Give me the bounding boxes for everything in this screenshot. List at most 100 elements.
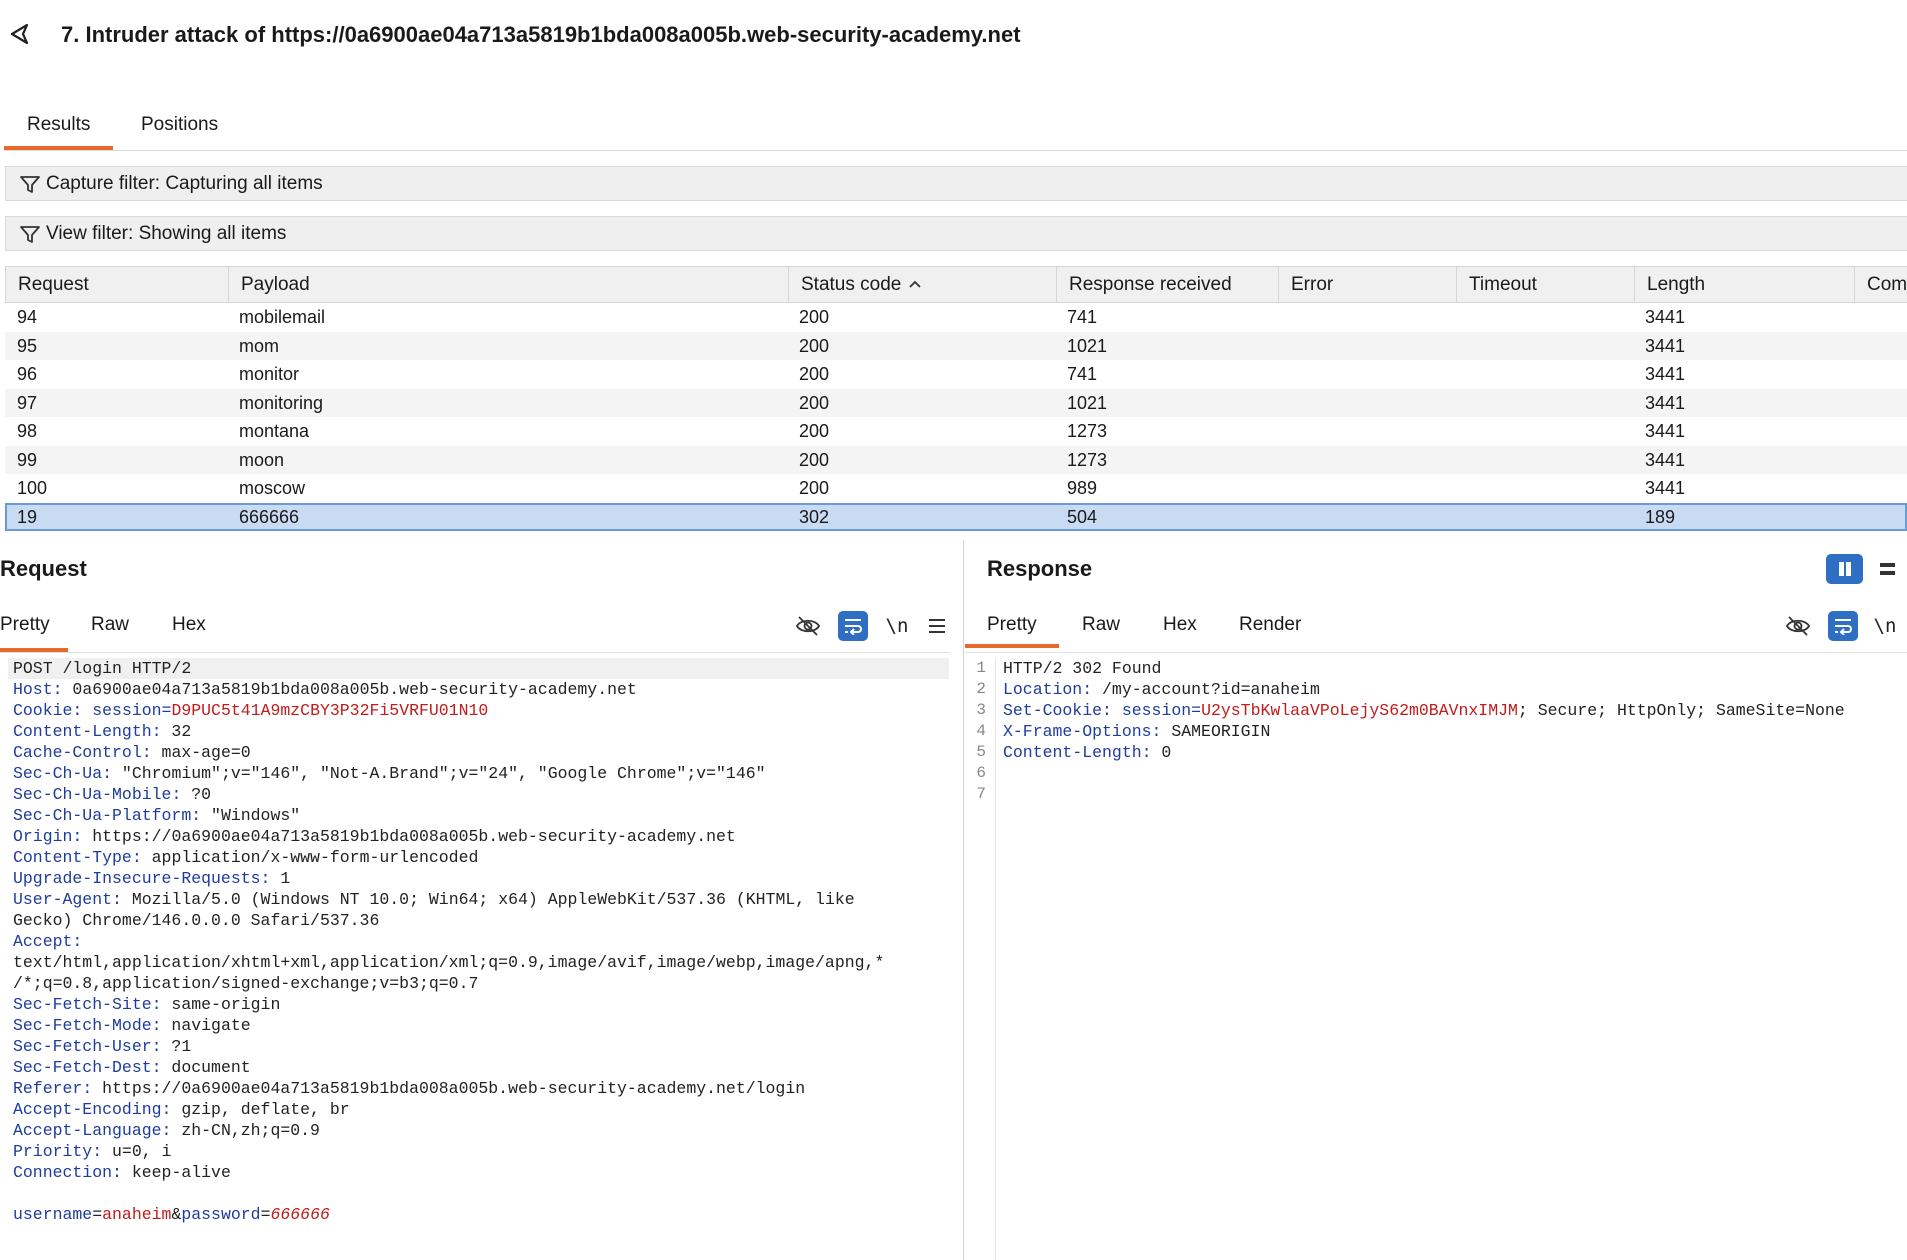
cell-payload: monitoring [239,392,324,413]
cell-received: 1273 [1067,421,1108,441]
layout-toggle[interactable] [1826,554,1907,584]
request-tab-pretty[interactable]: Pretty [0,600,68,652]
editor-line: Content-Type: application/x-www-form-url… [13,847,953,868]
cell-status: 200 [799,392,830,413]
header-name: Host [13,680,53,699]
header-colon: : [1151,722,1162,741]
show-newlines-toggle[interactable]: \n [1870,611,1900,641]
request-pane-title: Request [0,556,87,581]
param-separator: = [92,1205,103,1224]
show-newlines-toggle[interactable]: \n [882,611,912,641]
table-row[interactable]: 95 mom 200 1021 3441 [5,331,1907,360]
cell-status: 200 [799,364,830,384]
hide-whitespace-icon[interactable] [1783,611,1813,641]
header-name: Sec-Ch-Ua [13,764,103,783]
cell-received: 989 [1067,478,1098,498]
header-value: ?0 [181,785,212,804]
header-value: SAMEORIGIN [1161,722,1271,741]
header-colon: : [92,1142,103,1161]
table-row[interactable]: 19 666666 302 504 189 [5,502,1907,531]
cell-status: 302 [799,506,830,527]
table-row[interactable]: 99 moon 200 1273 3441 [5,445,1907,474]
header-name: User-Agent [13,890,113,909]
table-row[interactable]: 98 montana 200 1273 3441 [5,417,1907,446]
response-editor[interactable]: HTTP/2 302 Found Location: /my-account?id… [1003,658,1907,805]
editor-line: /*;q=0.8,application/signed-exchange;v=b… [13,973,953,994]
tab-positions[interactable]: Positions [118,104,241,148]
editor-line: Content-Length: 0 [1003,742,1907,763]
capture-filter-label: Capture filter: Capturing all items [46,173,323,194]
editor-line: Cookie: session=D9PUC5t41A9mzCBY3P32Fi5V… [13,700,953,721]
column-header-error[interactable]: Error [1278,267,1456,302]
request-editor[interactable]: POST /login HTTP/2 Host: 0a6900ae04a713a5… [13,658,953,1225]
filter-icon [20,176,40,193]
response-tab-hex[interactable]: Hex [1163,600,1197,650]
hide-whitespace-icon[interactable] [793,611,823,641]
cell-length: 3441 [1645,421,1686,441]
header-name: Sec-Fetch-Dest [13,1058,152,1077]
wrap-lines-icon[interactable] [838,611,868,641]
header-colon: : [151,1016,162,1035]
cell-status: 200 [799,307,830,327]
header-name: Connection [13,1163,113,1182]
editor-line: Accept-Language: zh-CN,zh;q=0.9 [13,1120,953,1141]
request-tab-raw[interactable]: Raw [91,600,129,650]
wrap-lines-icon[interactable] [1828,611,1858,641]
line-number: 4 [976,722,986,740]
table-row[interactable]: 97 monitoring 200 1021 3441 [5,388,1907,417]
header-colon: : [260,869,271,888]
editor-line: Gecko) Chrome/146.0.0.0 Safari/537.36 [13,910,953,931]
header-colon: : [1082,680,1093,699]
editor-line: Accept: [13,931,953,952]
param-name: username [13,1205,93,1224]
cell-length: 3441 [1645,335,1686,356]
table-row[interactable]: 96 monitor 200 741 3441 [5,360,1907,389]
table-row[interactable]: 100 moscow 200 989 3441 [5,474,1907,503]
cell-request: 98 [17,421,38,441]
back-arrow-icon[interactable] [6,20,34,48]
response-pane-title: Response [987,556,1093,581]
header-colon: : [151,722,162,741]
editor-line: Set-Cookie: session=U2ysTbKwlaaVPoLejyS6… [1003,700,1907,721]
pane-divider[interactable] [963,540,964,1260]
tab-results[interactable]: Results [4,104,114,150]
header-name: Sec-Fetch-Site [13,995,152,1014]
table-row[interactable]: 94 mobilemail 200 741 3441 [5,303,1907,332]
column-header-comment[interactable]: Comm [1854,267,1907,302]
column-header-request[interactable]: Request [6,267,228,302]
header-colon: : [52,680,63,699]
editor-line: HTTP/2 302 Found [1003,658,1907,679]
column-header-length[interactable]: Length [1634,267,1854,302]
view-filter-bar[interactable]: View filter: Showing all items [5,216,1907,251]
cell-payload: mobilemail [239,307,326,327]
response-line-numbers: 1 2 3 4 5 6 7 [964,658,986,805]
header-value [82,701,92,720]
column-header-timeout[interactable]: Timeout [1456,267,1634,302]
column-header-payload[interactable]: Payload [228,267,788,302]
cookie-name: session [1121,701,1192,720]
filter-icon [20,226,40,243]
title-bar: 7. Intruder attack of https://0a6900ae04… [0,0,1907,70]
menu-icon[interactable] [922,611,952,641]
response-tab-raw[interactable]: Raw [1082,600,1120,650]
param-separator: = [260,1205,271,1224]
table-header: Request Payload Status code Response rec… [5,266,1907,303]
column-header-status-code-label: Status code [801,274,902,295]
header-name: Sec-Fetch-User [13,1037,152,1056]
column-header-status-code[interactable]: Status code [788,267,1056,302]
header-name: Content-Length [13,722,152,741]
response-tab-render[interactable]: Render [1239,600,1301,650]
cell-length: 3441 [1645,307,1686,327]
column-header-response-received[interactable]: Response received [1056,267,1278,302]
editor-line: User-Agent: Mozilla/5.0 (Windows NT 10.0… [13,889,953,910]
response-tab-pretty[interactable]: Pretty [965,600,1059,648]
header-colon: : [112,890,122,909]
header-value: Mozilla/5.0 (Windows NT 10.0; Win64; x64… [121,890,855,909]
header-colon: : [151,1058,162,1077]
capture-filter-bar[interactable]: Capture filter: Capturing all items [5,166,1907,201]
header-value: 0 [1151,743,1172,762]
line-number: 2 [976,680,986,698]
request-tab-hex[interactable]: Hex [172,600,206,650]
